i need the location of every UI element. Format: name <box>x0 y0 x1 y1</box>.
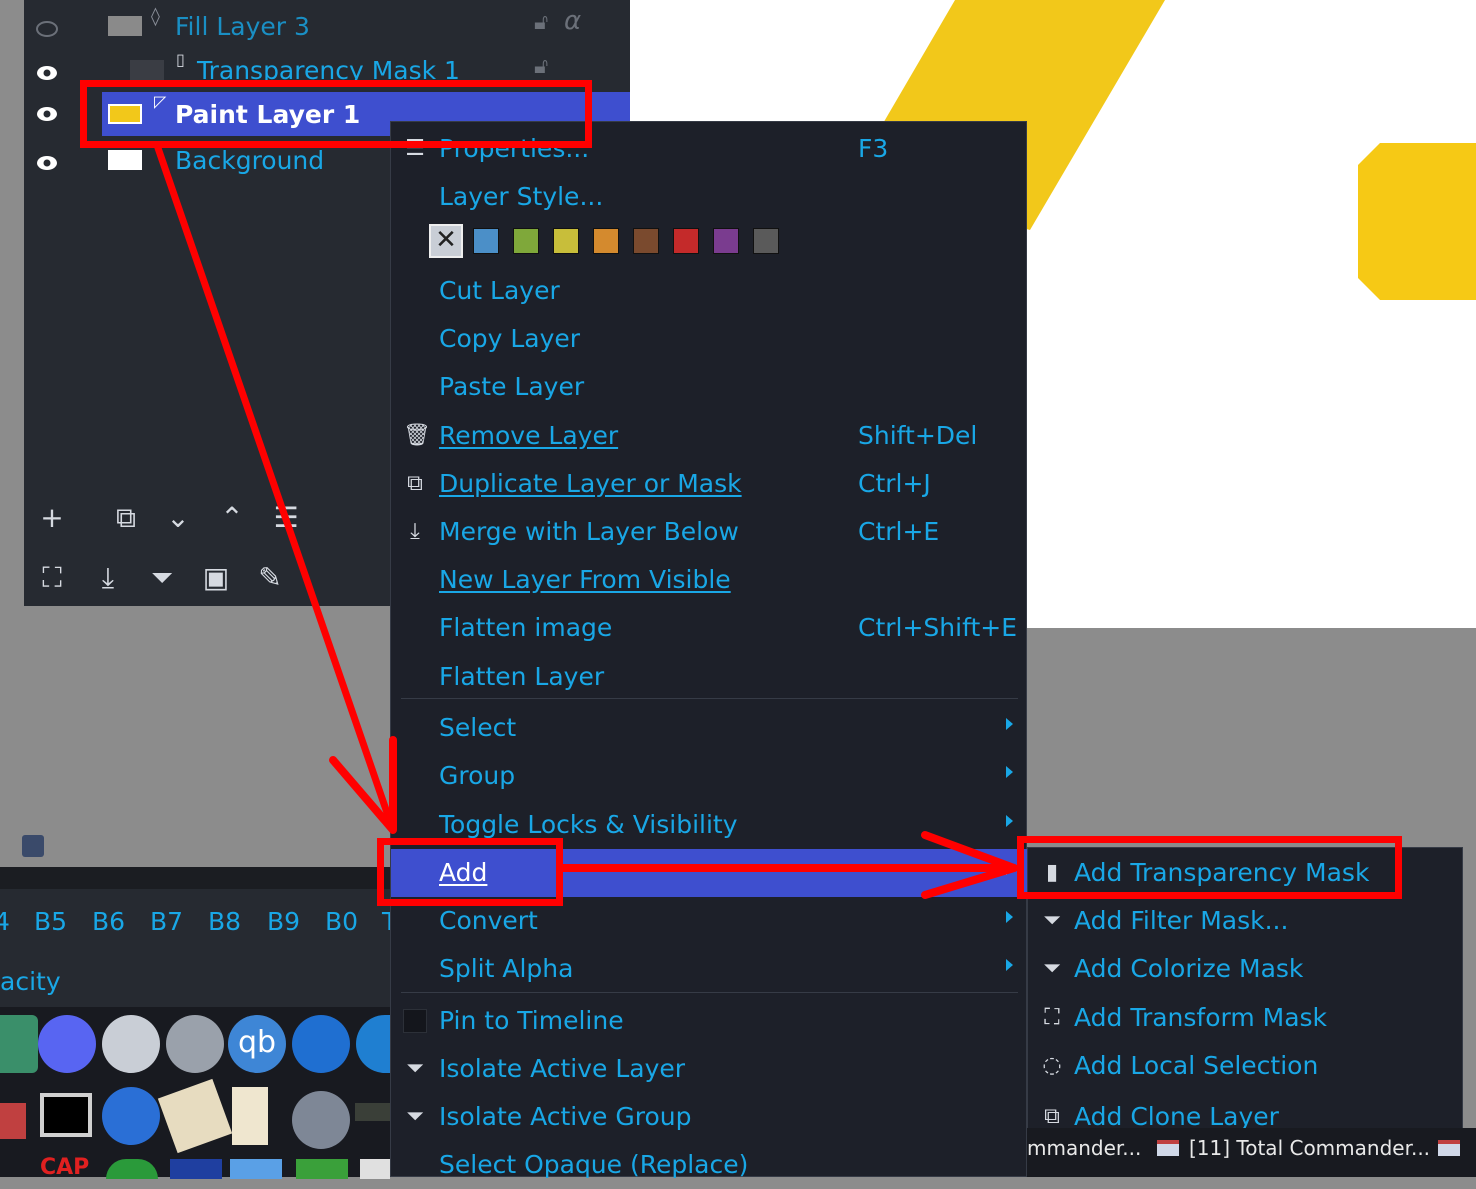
annotation-arrows <box>154 144 1018 899</box>
annotation-arrow-down <box>154 144 397 834</box>
